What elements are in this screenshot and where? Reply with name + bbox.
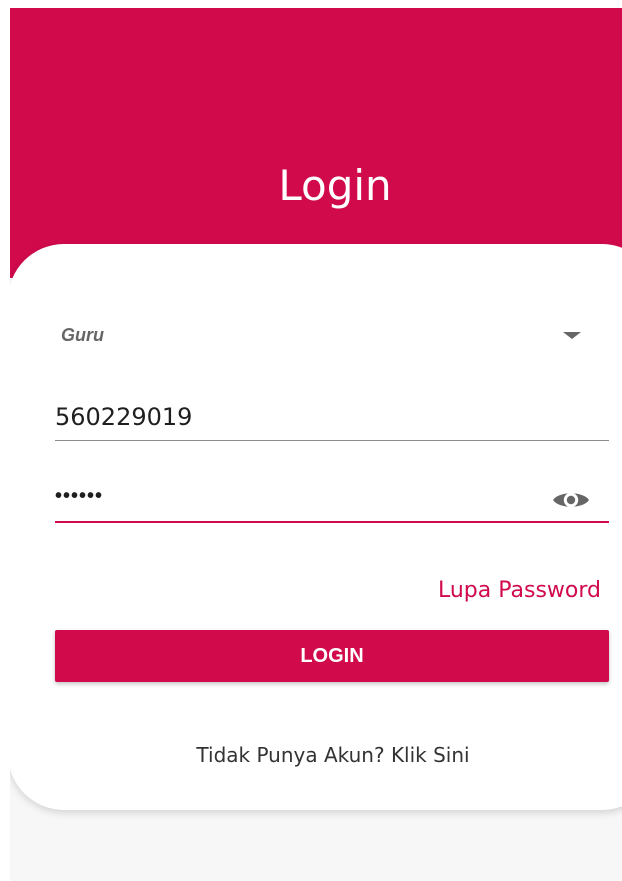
login-screen: Login Guru 560229019 •••••• Lupa Passwor… xyxy=(10,8,622,881)
signup-link[interactable]: Tidak Punya Akun? Klik Sini xyxy=(10,740,622,770)
role-select[interactable]: Guru xyxy=(61,318,581,354)
password-field[interactable]: •••••• xyxy=(55,469,609,523)
forgot-password-link[interactable]: Lupa Password xyxy=(401,574,601,608)
login-button[interactable]: LOGIN xyxy=(55,630,609,682)
password-value: •••••• xyxy=(55,485,104,507)
show-password-icon[interactable] xyxy=(551,487,591,513)
selected-role: Guru xyxy=(61,325,104,345)
header: Login xyxy=(10,8,622,278)
login-card: Guru 560229019 •••••• Lupa Password LOGI… xyxy=(10,244,622,810)
page-title: Login xyxy=(278,161,392,210)
dropdown-arrow-icon[interactable] xyxy=(563,332,581,339)
username-field[interactable]: 560229019 xyxy=(55,390,609,441)
username-value: 560229019 xyxy=(55,403,193,431)
